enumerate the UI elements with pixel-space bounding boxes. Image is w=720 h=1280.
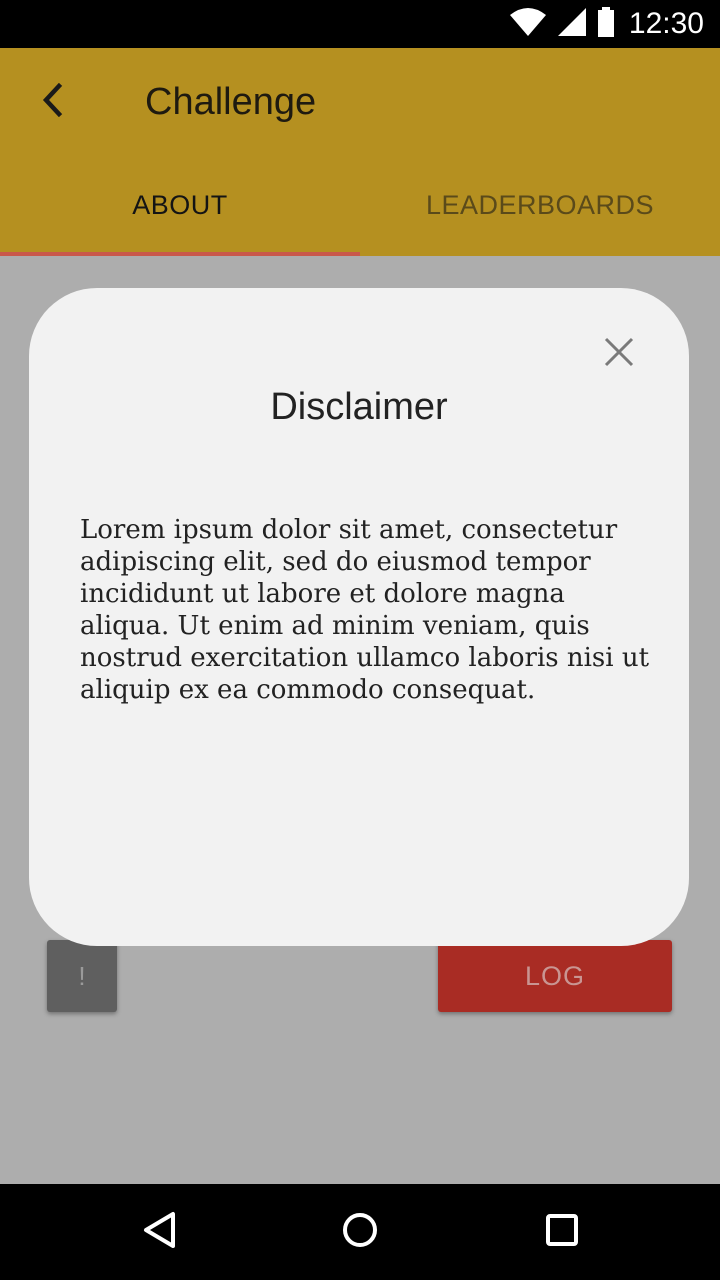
recents-square-icon [545,1213,579,1252]
disclaimer-dialog: Disclaimer Lorem ipsum dolor sit amet, c… [29,288,689,946]
status-icons: 12:30 [509,0,704,48]
info-button[interactable]: ! [47,940,117,1012]
chevron-left-icon [40,82,64,122]
signal-icon [557,7,587,42]
close-icon [604,337,634,372]
back-triangle-icon [143,1211,177,1254]
log-button-label: LOG [524,960,586,991]
tab-leaderboards[interactable]: LEADERBOARDS [360,160,720,256]
log-button[interactable]: LOG [438,940,672,1012]
battery-icon [597,6,615,42]
tab-about[interactable]: ABOUT [0,160,360,256]
nav-bar [0,1184,720,1280]
page-title: Challenge [145,81,317,123]
tab-leaderboards-label: LEADERBOARDS [425,189,655,220]
nav-recents-button[interactable] [534,1204,590,1260]
info-button-label: ! [78,960,86,991]
tab-about-label: ABOUT [132,189,228,220]
home-circle-icon [342,1212,378,1253]
dialog-body: Lorem ipsum dolor sit amet, consectetur … [80,515,650,705]
screen: 12:30 Challenge ABOUT LEADERBOARDS ! LOG… [0,0,720,1280]
app-bar: Challenge ABOUT LEADERBOARDS [0,48,720,256]
dialog-title: Disclaimer [270,386,448,428]
status-bar: 12:30 [0,0,720,48]
close-button[interactable] [597,332,641,376]
nav-back-button[interactable] [132,1204,188,1260]
wifi-icon [509,7,547,42]
status-time: 12:30 [628,7,704,40]
nav-home-button[interactable] [332,1204,388,1260]
tab-bar: ABOUT LEADERBOARDS [0,160,720,256]
back-button[interactable] [22,76,82,128]
